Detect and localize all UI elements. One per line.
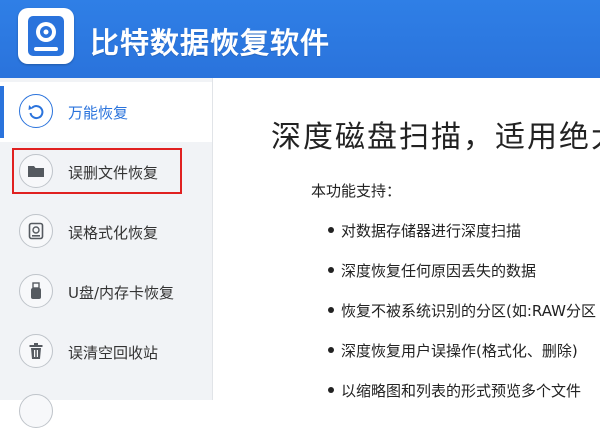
bullet-icon bbox=[328, 387, 334, 393]
folder-icon bbox=[19, 154, 53, 188]
sidebar-item-label: U盘/内存卡恢复 bbox=[68, 284, 175, 302]
feature-item: 深度恢复任何原因丢失的数据 bbox=[341, 262, 537, 280]
app-title: 比特数据恢复软件 bbox=[90, 26, 331, 60]
intro-text: 本功能支持： bbox=[311, 182, 402, 200]
sidebar-item-partial[interactable] bbox=[0, 382, 212, 442]
sidebar-item-label: 万能恢复 bbox=[68, 104, 129, 122]
main-content: 深度磁盘扫描，适用绝大 本功能支持： 对数据存储器进行深度扫描 深度恢复任何原因… bbox=[213, 78, 600, 400]
sidebar-item-deleted-file-recovery[interactable]: 误删文件恢复 bbox=[0, 142, 212, 202]
more-icon bbox=[19, 394, 53, 428]
trash-icon bbox=[19, 334, 53, 368]
bullet-icon bbox=[328, 267, 334, 273]
bullet-icon bbox=[328, 347, 334, 353]
disk-icon bbox=[19, 214, 53, 248]
app-logo-icon bbox=[18, 8, 74, 64]
sidebar-item-label: 误清空回收站 bbox=[68, 344, 159, 362]
feature-item: 以缩略图和列表的形式预览多个文件 bbox=[341, 382, 582, 400]
sidebar-item-label: 误删文件恢复 bbox=[68, 164, 159, 182]
app-header: 比特数据恢复软件 bbox=[0, 0, 600, 78]
sidebar-item-label: 误格式化恢复 bbox=[68, 224, 159, 242]
feature-item: 对数据存储器进行深度扫描 bbox=[341, 222, 522, 240]
bullet-icon bbox=[328, 307, 334, 313]
undo-icon bbox=[19, 94, 53, 128]
page-title: 深度磁盘扫描，适用绝大 bbox=[271, 120, 600, 155]
sidebar-item-format-recovery[interactable]: 误格式化恢复 bbox=[0, 202, 212, 262]
bullet-icon bbox=[328, 227, 334, 233]
usb-drive-icon bbox=[19, 274, 53, 308]
sidebar-item-universal-recovery[interactable]: 万能恢复 bbox=[0, 82, 212, 142]
feature-item: 恢复不被系统识别的分区(如:RAW分区 bbox=[341, 302, 596, 320]
sidebar-item-usb-card-recovery[interactable]: U盘/内存卡恢复 bbox=[0, 262, 212, 322]
sidebar: 万能恢复 误删文件恢复 误格式化恢复 U盘/内存卡恢复 误清空回收站 bbox=[0, 78, 213, 428]
sidebar-item-recycle-bin-recovery[interactable]: 误清空回收站 bbox=[0, 322, 212, 382]
feature-item: 深度恢复用户误操作(格式化、删除) bbox=[341, 342, 578, 360]
